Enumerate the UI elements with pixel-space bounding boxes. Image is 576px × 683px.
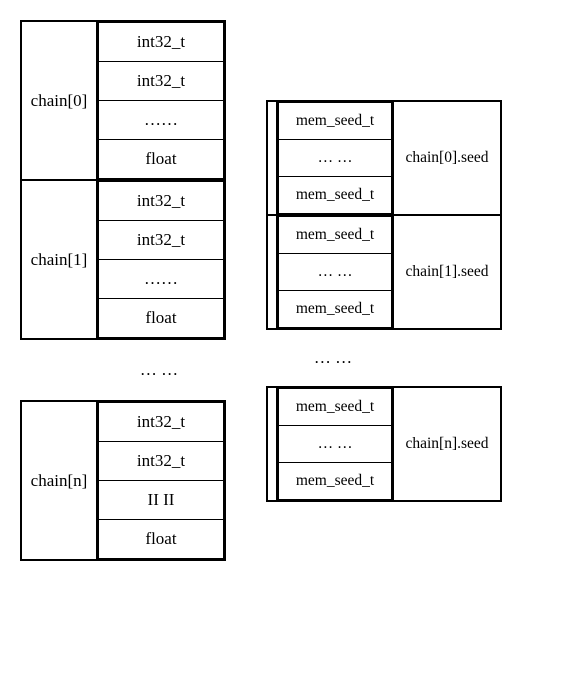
- seed-fields: mem_seed_t … … mem_seed_t: [278, 216, 392, 328]
- diagram-canvas: chain[0] int32_t int32_t …… float chain[…: [20, 20, 556, 561]
- field-cell: int32_t: [98, 61, 224, 101]
- field-cell: float: [98, 298, 224, 338]
- field-cell: int32_t: [98, 22, 224, 62]
- seed-fields: mem_seed_t … … mem_seed_t: [278, 102, 392, 214]
- stub-column: [268, 102, 278, 214]
- chain-fields: int32_t int32_t …… float: [98, 22, 224, 179]
- field-cell: float: [98, 139, 224, 179]
- seed-block-1: mem_seed_t … … mem_seed_t chain[1].seed: [266, 214, 502, 330]
- chain-label: chain[n]: [22, 402, 98, 559]
- left-column: chain[0] int32_t int32_t …… float chain[…: [20, 20, 226, 561]
- stub-column: [268, 216, 278, 328]
- chain-label: chain[1]: [22, 181, 98, 338]
- chain-label: chain[0]: [22, 22, 98, 179]
- seed-label: chain[0].seed: [392, 102, 500, 214]
- field-cell: int32_t: [98, 181, 224, 221]
- seed-cell: mem_seed_t: [278, 176, 392, 214]
- seed-cell: … …: [278, 253, 392, 291]
- chain-block-n: chain[n] int32_t int32_t II II float: [20, 400, 226, 561]
- seed-block-0: mem_seed_t … … mem_seed_t chain[0].seed: [266, 100, 502, 216]
- chain-fields: int32_t int32_t II II float: [98, 402, 224, 559]
- seed-fields: mem_seed_t … … mem_seed_t: [278, 388, 392, 500]
- field-cell: int32_t: [98, 441, 224, 481]
- field-cell: float: [98, 519, 224, 559]
- seed-cell: mem_seed_t: [278, 290, 392, 328]
- seed-cell: … …: [278, 425, 392, 463]
- chain-block-1: chain[1] int32_t int32_t …… float: [20, 179, 226, 340]
- field-cell: int32_t: [98, 402, 224, 442]
- vertical-ellipsis: … …: [96, 340, 222, 400]
- seed-cell: mem_seed_t: [278, 462, 392, 500]
- seed-cell: mem_seed_t: [278, 216, 392, 254]
- field-cell: II II: [98, 480, 224, 520]
- chain-fields: int32_t int32_t …… float: [98, 181, 224, 338]
- field-cell: ……: [98, 259, 224, 299]
- vertical-ellipsis: … …: [276, 330, 390, 386]
- seed-label: chain[1].seed: [392, 216, 500, 328]
- seed-cell: … …: [278, 139, 392, 177]
- seed-cell: mem_seed_t: [278, 388, 392, 426]
- chain-block-0: chain[0] int32_t int32_t …… float: [20, 20, 226, 181]
- field-cell: ……: [98, 100, 224, 140]
- seed-block-n: mem_seed_t … … mem_seed_t chain[n].seed: [266, 386, 502, 502]
- field-cell: int32_t: [98, 220, 224, 260]
- stub-column: [268, 388, 278, 500]
- right-column: mem_seed_t … … mem_seed_t chain[0].seed …: [266, 100, 502, 502]
- seed-label: chain[n].seed: [392, 388, 500, 500]
- seed-cell: mem_seed_t: [278, 102, 392, 140]
